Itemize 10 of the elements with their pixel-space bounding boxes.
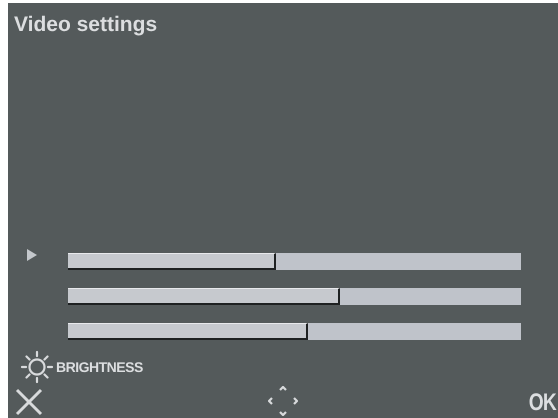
slider-track[interactable] [68, 288, 521, 305]
selection-pointer-icon [26, 249, 38, 261]
close-icon[interactable] [14, 388, 44, 416]
navigation-diamond-icon [268, 386, 298, 416]
slider-track[interactable] [68, 323, 521, 340]
window-title: Video settings [13, 12, 158, 37]
slider-track[interactable] [68, 253, 521, 270]
setting-label: BRIGHTNESS [56, 359, 143, 375]
sun-icon [20, 350, 54, 384]
ok-softkey[interactable]: OK [528, 390, 556, 416]
